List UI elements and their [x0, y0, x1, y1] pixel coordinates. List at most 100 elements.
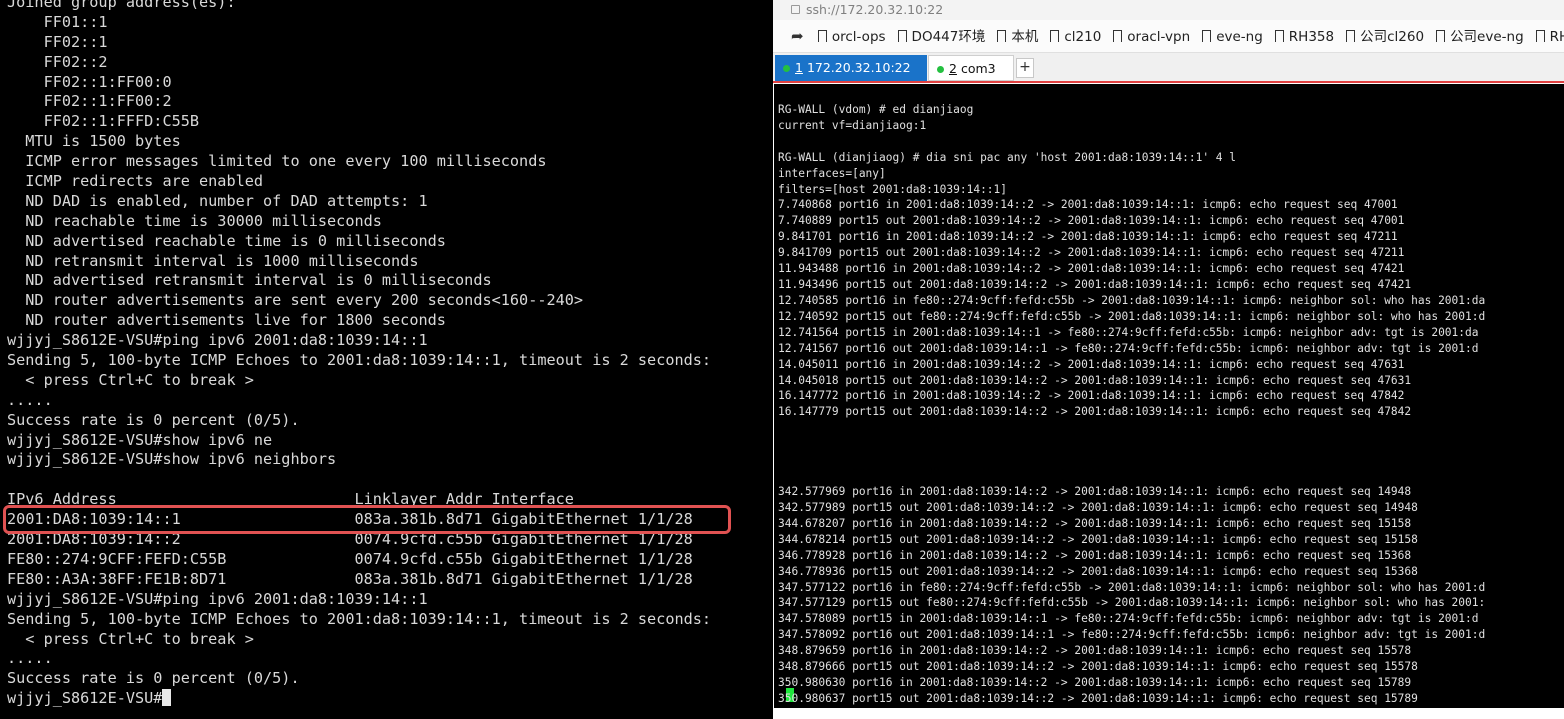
bookmark-label: 本机 — [1011, 29, 1039, 45]
terminal-line: 342.577969 port16 in 2001:da8:1039:14::2… — [778, 485, 1412, 498]
bookmark-nav-icon[interactable]: ➦ — [791, 20, 804, 52]
status-dot-icon — [783, 65, 790, 72]
add-tab-button[interactable]: + — [1016, 58, 1034, 78]
terminal-line: Joined group address(es): — [7, 0, 236, 11]
lock-icon — [791, 5, 800, 14]
bookmark-item[interactable]: oracl-vpn — [1113, 21, 1190, 52]
switch-terminal-output: Joined group address(es): FF01::1 FF02::… — [7, 0, 711, 709]
terminal-line: ..... — [7, 390, 53, 409]
terminal-line: FF02::1:FF00:0 — [7, 72, 172, 91]
bookmark-item[interactable]: orcl-ops — [817, 21, 886, 52]
terminal-line: 348.879666 port15 out 2001:da8:1039:14::… — [778, 660, 1418, 674]
terminal-line: 9.841701 port16 in 2001:da8:1039:14::2 -… — [778, 230, 1398, 244]
bookmark-icon — [1346, 30, 1356, 42]
terminal-line: FF01::1 — [7, 12, 108, 31]
status-dot-icon — [937, 66, 944, 73]
terminal-line: FF02::1:FF00:2 — [7, 92, 172, 111]
terminal-line: 7.740868 port16 in 2001:da8:1039:14::2 -… — [778, 198, 1398, 212]
bookmark-label: RH — [1549, 29, 1564, 45]
bookmark-icon — [1535, 30, 1545, 42]
bookmark-icon — [897, 30, 907, 42]
terminal-line: 347.577129 port15 out fe80::274:9cff:fef… — [778, 596, 1486, 610]
ssh-client-window: ssh://172.20.32.10:22 ➦ orcl-ops DO447环境 本… — [773, 0, 1564, 719]
terminal-prompt-line: wjjyj_S8612E-VSU# — [7, 689, 711, 709]
terminal-line: 347.578089 port15 in 2001:da8:1039:14::1… — [778, 612, 1479, 626]
terminal-line: < press Ctrl+C to break > — [7, 370, 254, 389]
terminal-line: current vf=dianjiaog:1 — [778, 118, 927, 132]
session-tab-2[interactable]: 2 com3 — [928, 55, 1014, 81]
terminal-line: Sending 5, 100-byte ICMP Echoes to 2001:… — [7, 609, 712, 628]
bookmark-item[interactable]: eve-ng — [1202, 21, 1263, 52]
bookmark-label: RH358 — [1288, 29, 1335, 45]
terminal-line: ND advertised reachable time is 0 millis… — [7, 231, 446, 250]
terminal-line: 12.740585 port16 in fe80::274:9cff:fefd:… — [778, 293, 1486, 307]
session-tab-bar: 1 172.20.32.10:22 2 com3 + — [773, 53, 1564, 83]
terminal-line: 347.577122 port16 in fe80::274:9cff:fefd… — [778, 580, 1486, 594]
bookmark-label: orcl-ops — [831, 29, 886, 45]
bookmark-icon — [1113, 30, 1123, 42]
bookmark-item[interactable]: RH358 — [1274, 21, 1335, 52]
terminal-line: FE80::274:9CFF:FEFD:C55B 0074.9cfd.c55b … — [7, 549, 693, 568]
terminal-line: wjjyj_S8612E-VSU#show ipv6 ne — [7, 430, 273, 449]
terminal-line: Success rate is 0 percent (0/5). — [7, 669, 300, 688]
terminal-line: 346.778936 port15 out 2001:da8:1039:14::… — [778, 564, 1418, 578]
terminal-line: ND router advertisements are sent every … — [7, 291, 584, 310]
session-tab-1[interactable]: 1 172.20.32.10:22 — [775, 55, 927, 81]
bookmark-icon — [1274, 30, 1284, 42]
bookmark-icon — [1436, 30, 1446, 42]
firewall-terminal-output[interactable]: RG-WALL (vdom) # ed dianjiaog current vf=… — [774, 84, 1564, 708]
terminal-line: FE80::A3A:38FF:FE1B:8D71 083a.381b.8d71 … — [7, 569, 693, 588]
terminal-line: < press Ctrl+C to break > — [7, 629, 254, 648]
terminal-line: 344.678207 port16 in 2001:da8:1039:14::2… — [778, 516, 1412, 530]
terminal-line: 14.045018 port15 out 2001:da8:1039:14::2… — [778, 373, 1412, 387]
terminal-line: 12.741564 port15 in 2001:da8:1039:14::1 … — [778, 325, 1479, 339]
terminal-line: 11.943488 port16 in 2001:da8:1039:14::2 … — [778, 262, 1405, 276]
terminal-line: ND DAD is enabled, number of DAD attempt… — [7, 191, 428, 210]
terminal-line: RG-WALL (dianjiaog) # dia sni pac any 'h… — [778, 150, 1237, 164]
bookmark-item[interactable]: cl210 — [1050, 21, 1102, 52]
terminal-line: FF02::1:FFFD:C55B — [7, 112, 200, 131]
terminal-line: 350.980637 port15 out 2001:da8:1039:14::… — [778, 691, 1418, 705]
bookmark-icon — [1202, 30, 1212, 42]
terminal-line: wjjyj_S8612E-VSU#ping ipv6 2001:da8:1039… — [7, 331, 428, 350]
tab-number: 1 — [795, 60, 803, 75]
bookmark-label: DO447环境 — [911, 29, 986, 45]
bookmark-icon — [1050, 30, 1060, 42]
terminal-line: 348.879659 port16 in 2001:da8:1039:14::2… — [778, 644, 1412, 658]
terminal-line: 344.678214 port15 out 2001:da8:1039:14::… — [778, 532, 1418, 546]
tab-label: 172.20.32.10:22 — [806, 60, 911, 75]
terminal-line: 9.841709 port15 out 2001:da8:1039:14::2 … — [778, 246, 1405, 260]
address-url: ssh://172.20.32.10:22 — [806, 2, 944, 17]
terminal-line: 11.943496 port15 out 2001:da8:1039:14::2… — [778, 278, 1412, 292]
terminal-line: Sending 5, 100-byte ICMP Echoes to 2001:… — [7, 351, 712, 370]
bookmark-item[interactable]: 公司eve-ng — [1436, 21, 1524, 52]
bookmark-icon — [817, 30, 827, 42]
bookmarks-bar: ➦ orcl-ops DO447环境 本机 cl210 oracl-vpn eve-ng R… — [773, 20, 1564, 53]
terminal-line: 16.147772 port16 in 2001:da8:1039:14::2 … — [778, 389, 1405, 403]
bookmark-item[interactable]: 公司cl260 — [1346, 21, 1424, 52]
bookmark-item[interactable]: RH — [1535, 21, 1564, 52]
bookmark-item[interactable]: 本机 — [997, 21, 1039, 52]
bookmark-item[interactable]: DO447环境 — [897, 21, 986, 52]
bookmark-label: eve-ng — [1216, 29, 1263, 45]
terminal-line: ..... — [7, 649, 53, 668]
bookmark-label: 公司eve-ng — [1450, 29, 1524, 45]
terminal-line: 7.740889 port15 out 2001:da8:1039:14::2 … — [778, 214, 1405, 228]
terminal-line: MTU is 1500 bytes — [7, 132, 181, 151]
terminal-line: FF02::2 — [7, 52, 108, 71]
terminal-line: ICMP error messages limited to one every… — [7, 152, 547, 171]
terminal-line: Success rate is 0 percent (0/5). — [7, 410, 300, 429]
terminal-line: 12.740592 port15 out fe80::274:9cff:fefd… — [778, 309, 1486, 323]
bookmark-list: orcl-ops DO447环境 本机 cl210 oracl-vpn eve-ng RH3… — [817, 29, 1564, 45]
terminal-line: ND advertised retransmit interval is 0 m… — [7, 271, 492, 290]
terminal-line: FF02::1 — [7, 32, 108, 51]
window-bottom-edge — [773, 708, 1564, 719]
terminal-line: 16.147779 port15 out 2001:da8:1039:14::2… — [778, 405, 1412, 419]
bookmark-label: cl210 — [1064, 29, 1102, 45]
bookmark-icon — [997, 30, 1007, 42]
terminal-line: 350.980630 port16 in 2001:da8:1039:14::2… — [778, 676, 1412, 690]
terminal-line: wjjyj_S8612E-VSU#ping ipv6 2001:da8:1039… — [7, 589, 428, 608]
address-bar[interactable]: ssh://172.20.32.10:22 — [773, 0, 1564, 20]
switch-terminal-pane[interactable]: Joined group address(es): FF01::1 FF02::… — [0, 0, 773, 719]
